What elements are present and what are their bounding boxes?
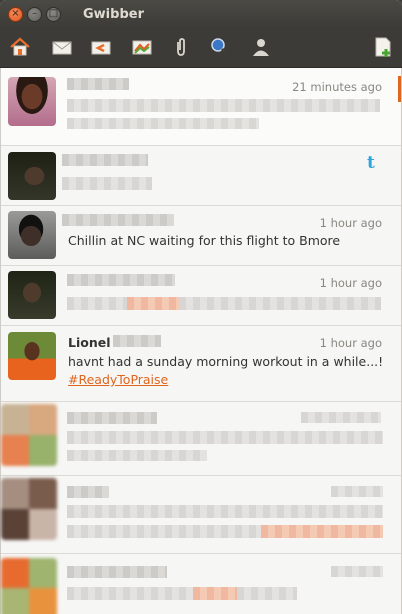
timestamp: 1 hour ago: [319, 276, 382, 290]
unread-indicator: [398, 76, 401, 102]
twitter-icon: t: [367, 153, 375, 173]
redacted-text: [62, 177, 152, 190]
redacted-text: [237, 587, 297, 600]
redacted-text: [179, 297, 381, 310]
message-feed[interactable]: 21 minutes ago t 1 hour ago Chillin at N…: [0, 68, 402, 614]
message-text: Chillin at NC waiting for this flight to…: [68, 233, 341, 248]
redacted-name: [67, 274, 175, 286]
list-item[interactable]: [1, 476, 401, 554]
list-item[interactable]: 1 hour ago: [1, 266, 401, 326]
list-item[interactable]: [1, 402, 401, 476]
redacted-text: [67, 505, 383, 518]
redacted-text: [67, 450, 207, 461]
replies-icon[interactable]: [88, 34, 114, 60]
redacted-text: [67, 525, 261, 538]
redacted-name: [62, 214, 174, 226]
search-icon[interactable]: [207, 34, 233, 60]
redacted-name: [67, 78, 129, 90]
close-button[interactable]: ×: [8, 6, 23, 22]
avatar[interactable]: [8, 152, 56, 200]
author-name[interactable]: Lionel: [68, 335, 111, 350]
avatar[interactable]: [1, 558, 57, 614]
messages-icon[interactable]: [49, 34, 75, 60]
compose-icon[interactable]: [370, 34, 396, 60]
message-text: havnt had a sunday morning workout in a …: [68, 354, 384, 369]
timestamp: 1 hour ago: [319, 216, 382, 230]
list-item[interactable]: 21 minutes ago: [1, 68, 401, 146]
redacted-time: [331, 486, 383, 497]
user-icon[interactable]: [248, 34, 274, 60]
redacted-link[interactable]: [261, 525, 383, 538]
redacted-text: [67, 587, 193, 600]
window-title: Gwibber: [83, 6, 144, 22]
hashtag-link[interactable]: #ReadyToPraise: [68, 371, 168, 389]
list-item[interactable]: 1 hour ago Chillin at NC waiting for thi…: [1, 206, 401, 266]
timestamp: 21 minutes ago: [292, 80, 382, 94]
avatar[interactable]: [8, 271, 56, 319]
redacted-text: [67, 431, 383, 444]
home-icon[interactable]: [7, 34, 33, 60]
redacted-name: [113, 335, 161, 347]
redacted-name: [62, 154, 148, 166]
redacted-name: [67, 486, 109, 498]
avatar[interactable]: [1, 478, 57, 540]
toolbar: [0, 28, 402, 68]
redacted-text: [67, 297, 127, 310]
avatar[interactable]: [1, 404, 57, 466]
gwibber-window: × – □ Gwibber 21 minutes ago t 1 hour ag…: [0, 0, 402, 614]
list-item[interactable]: Lionel 1 hour ago havnt had a sunday mor…: [1, 326, 401, 402]
images-icon[interactable]: [129, 34, 155, 60]
minimize-button[interactable]: –: [27, 6, 42, 22]
avatar[interactable]: [8, 211, 56, 259]
list-item[interactable]: [1, 554, 401, 614]
redacted-time: [301, 412, 381, 423]
maximize-button[interactable]: □: [46, 6, 61, 22]
redacted-link[interactable]: [127, 297, 179, 310]
redacted-name: [67, 566, 167, 578]
redacted-text: [67, 118, 259, 129]
redacted-name: [67, 412, 157, 424]
redacted-link[interactable]: [193, 587, 237, 600]
redacted-text: [67, 99, 380, 112]
timestamp: 1 hour ago: [319, 336, 382, 350]
list-item[interactable]: t: [1, 146, 401, 206]
avatar[interactable]: [8, 332, 56, 380]
attachments-icon[interactable]: [168, 34, 194, 60]
redacted-time: [331, 566, 383, 577]
title-bar: × – □ Gwibber: [0, 0, 402, 28]
avatar[interactable]: [8, 77, 56, 126]
